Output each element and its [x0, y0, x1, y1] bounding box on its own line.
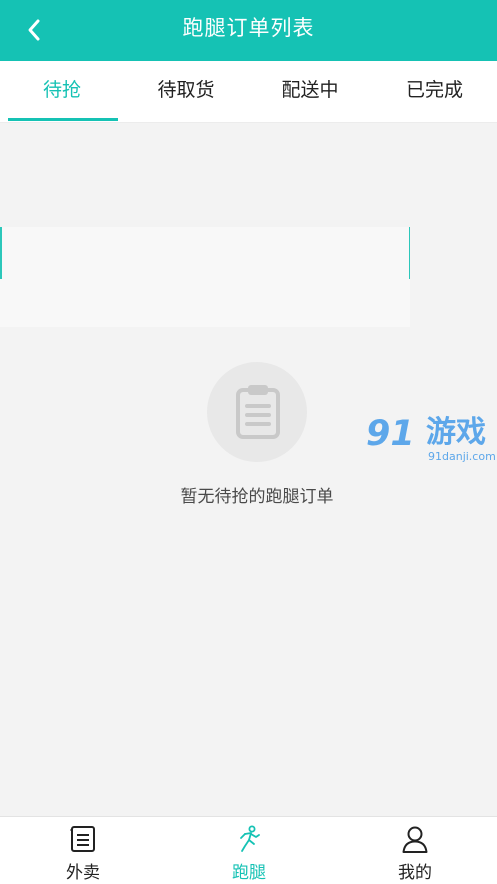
watermark-number: 91	[366, 414, 415, 454]
tab-pending-grab[interactable]: 待抢	[0, 61, 124, 122]
list-placeholder-edge-left	[0, 227, 2, 279]
tab-completed[interactable]: 已完成	[372, 61, 497, 122]
tab-delivering[interactable]: 配送中	[248, 61, 372, 122]
watermark-domain: 91danji.com	[428, 450, 496, 463]
empty-state-message: 暂无待抢的跑腿订单	[180, 487, 334, 507]
order-list-icon	[70, 826, 95, 852]
nav-takeout-label: 外卖	[66, 863, 100, 883]
page-title: 跑腿订单列表	[182, 16, 315, 40]
clipboard-icon	[236, 385, 280, 439]
nav-profile-label: 我的	[398, 863, 432, 883]
back-button[interactable]	[20, 14, 52, 46]
nav-errand[interactable]: 跑腿	[189, 817, 309, 884]
nav-takeout[interactable]: 外卖	[23, 817, 143, 884]
tab-awaiting-pickup[interactable]: 待取货	[124, 61, 248, 122]
watermark-text: 游戏	[426, 415, 486, 450]
profile-icon	[402, 826, 428, 853]
active-tab-indicator	[8, 118, 118, 121]
nav-profile[interactable]: 我的	[355, 817, 475, 884]
runner-icon	[240, 825, 260, 852]
order-status-tabs: 待抢 待取货 配送中 已完成	[0, 61, 497, 123]
empty-state-icon-circle	[207, 362, 307, 462]
chevron-left-icon	[28, 19, 40, 41]
list-placeholder	[0, 227, 410, 327]
nav-errand-label: 跑腿	[232, 863, 266, 883]
watermark-logo: 91 游戏 91danji.com	[366, 412, 497, 468]
app-header: 跑腿订单列表	[0, 0, 497, 61]
list-placeholder-edge-right	[409, 227, 410, 279]
bottom-nav: 外卖 跑腿 我的	[0, 816, 497, 884]
